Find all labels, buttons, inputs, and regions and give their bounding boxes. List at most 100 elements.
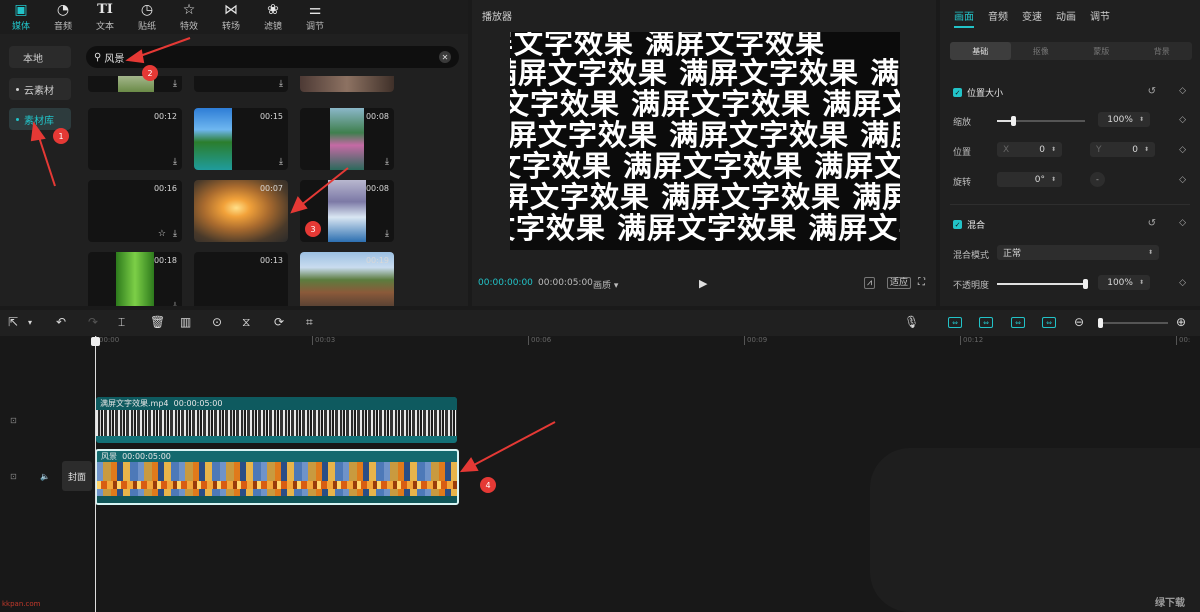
keyframe-icon[interactable]: ◇ [1179,218,1186,228]
media-tile[interactable]: 00:18 ⤓ [88,252,182,306]
freeze-icon[interactable]: ▥ [180,315,191,329]
clear-icon[interactable]: ✕ [439,51,451,63]
time-ruler[interactable]: 00:00 00:03 00:06 00:09 00:12 00: [0,336,1200,348]
zoom-out-icon[interactable]: ⊖ [1074,315,1084,329]
download-icon[interactable]: ⤓ [279,79,283,89]
play-icon[interactable]: ▶ [699,277,707,290]
star-icon[interactable]: ☆ [158,229,166,239]
split-icon[interactable]: ⌶ [118,315,125,330]
delete-icon[interactable]: 🗑 [150,315,165,329]
download-icon[interactable]: ⤓ [173,229,177,239]
keyframe-icon[interactable]: ◇ [1179,278,1186,288]
undo-icon[interactable]: ↶ [56,315,66,329]
link-toggle-icon[interactable]: ⇔ [979,317,993,328]
download-icon[interactable]: ⤓ [279,157,283,167]
tab-transition[interactable]: ⋈ 转场 [210,0,252,34]
redo-icon[interactable]: ↷ [88,315,98,329]
scale-field[interactable]: 100% ⬍ [1098,112,1150,127]
keyframe-icon[interactable]: ◇ [1179,86,1186,96]
tab-sticker[interactable]: ◷ 贴纸 [126,0,168,34]
tab-picture[interactable]: 画面 [954,8,974,28]
search-bar[interactable]: ⚲ 风景 ✕ [86,46,459,68]
nav-local[interactable]: 本地 [9,46,71,68]
filter-icon: ❀ [267,1,279,18]
media-tile[interactable]: 00:07 [194,180,288,242]
tab-audio[interactable]: ◔ 音频 [42,0,84,34]
main-track-icon[interactable]: ⇔ [1042,317,1056,328]
landscape-video-clip[interactable]: 风景 00:00:05:00 [95,449,459,505]
waveform-icon[interactable]: ⩘ [864,277,876,289]
media-panel: ▣ 媒体 ◔ 音频 TI 文本 ◷ 贴纸 ☆ 特效 ⋈ 转场 ❀ 滤镜 ⚌ 调节 本地 云素材 … [0,0,468,306]
cover-button[interactable]: 封面 [62,461,92,491]
download-icon[interactable]: ⤓ [385,157,389,167]
tab-audio-props[interactable]: 音频 [988,8,1008,23]
media-tile[interactable]: 00:12 ⤓ [88,108,182,170]
opacity-slider[interactable] [997,279,1088,289]
position-x-field[interactable]: X 0 ⬍ [997,142,1062,157]
download-icon[interactable]: ⤓ [173,79,177,89]
keyframe-icon[interactable]: ◇ [1179,145,1186,155]
media-tile[interactable]: ⤓ [88,76,182,92]
tab-text[interactable]: TI 文本 [84,0,126,34]
checkbox-icon[interactable]: ✓ [953,88,962,97]
reverse-icon[interactable]: ⊙ [212,315,222,329]
subtab-basic[interactable]: 基础 [950,42,1011,60]
mute-icon[interactable]: 🔈 [40,472,50,481]
quality-dropdown[interactable]: 画质 ▾ [593,278,618,291]
track-visibility-icon[interactable]: ⊡ [10,416,17,425]
reset-icon[interactable]: ↺ [1148,218,1156,229]
microphone-icon[interactable]: 🎙 [904,315,919,329]
rotate-field[interactable]: 0° ⬍ [997,172,1062,187]
subtab-background[interactable]: 背景 [1132,42,1193,60]
mirror-icon[interactable]: ⧖ [242,315,250,330]
rotate-dial-icon[interactable]: - [1090,172,1105,187]
media-tile[interactable]: 00:16 ☆ ⤓ [88,180,182,242]
tab-speed[interactable]: 变速 [1022,8,1042,23]
media-tile[interactable]: 00:19 [300,252,394,306]
download-icon[interactable]: ⤓ [173,157,177,167]
chevron-down-icon[interactable]: ▾ [28,318,32,327]
crop-icon[interactable]: ⌗ [306,315,313,330]
keyframe-icon[interactable]: ◇ [1179,175,1186,185]
subtab-keying[interactable]: 抠像 [1011,42,1072,60]
keyframe-icon[interactable]: ◇ [1179,115,1186,125]
zoom-in-icon[interactable]: ⊕ [1176,315,1186,329]
fullscreen-icon[interactable]: ⛶ [918,277,925,288]
select-cursor-icon[interactable]: ⇱ [8,315,18,329]
preview-canvas[interactable]: 满屏文字效果 满屏文字效果 满屏文字效果 满屏文字效果 满屏文字效果 满屏文字效… [510,32,900,250]
tab-animation[interactable]: 动画 [1056,8,1076,23]
tab-adjust-props[interactable]: 调节 [1090,8,1110,23]
snap-toggle-icon[interactable]: ⇔ [948,317,962,328]
scale-slider[interactable] [997,116,1085,126]
reset-icon[interactable]: ↺ [1148,86,1156,97]
position-y-field[interactable]: Y 0 ⬍ [1090,142,1155,157]
preview-axis-icon[interactable]: ⇔ [1011,317,1025,328]
opacity-field[interactable]: 100% ⬍ [1098,275,1150,290]
media-tile[interactable]: 00:15 ⤓ [194,108,288,170]
download-icon[interactable]: ⤓ [385,229,389,239]
media-tile[interactable] [300,76,394,92]
section-blend[interactable]: ✓ 混合 [953,218,985,231]
tab-media[interactable]: ▣ 媒体 [0,0,42,34]
playhead-handle[interactable] [91,337,100,346]
tab-filter[interactable]: ❀ 滤镜 [252,0,294,34]
track-visibility-icon[interactable]: ⊡ [10,472,17,481]
search-input[interactable]: 风景 [104,50,124,65]
fit-button[interactable]: 适应 [887,277,912,289]
blend-mode-select[interactable]: 正常 ⬍ [997,245,1159,260]
media-tile[interactable]: 00:08 ⤓ [300,108,394,170]
nav-library[interactable]: 素材库 [9,108,71,130]
subtab-mask[interactable]: 蒙版 [1071,42,1132,60]
section-position-size[interactable]: ✓ 位置大小 [953,86,1003,99]
checkbox-icon[interactable]: ✓ [953,220,962,229]
zoom-slider[interactable] [1098,318,1168,328]
media-tile[interactable]: 00:13 [194,252,288,306]
nav-cloud[interactable]: 云素材 [9,78,71,100]
download-icon[interactable]: ⤓ [173,301,177,306]
playhead[interactable] [95,336,96,612]
tab-adjust[interactable]: ⚌ 调节 [294,0,336,34]
text-video-clip[interactable]: 满屏文字效果.mp4 00:00:05:00 [96,397,457,443]
rotate-icon[interactable]: ⟳ [274,315,284,329]
tab-effects[interactable]: ☆ 特效 [168,0,210,34]
media-tile[interactable]: ⤓ [194,76,288,92]
